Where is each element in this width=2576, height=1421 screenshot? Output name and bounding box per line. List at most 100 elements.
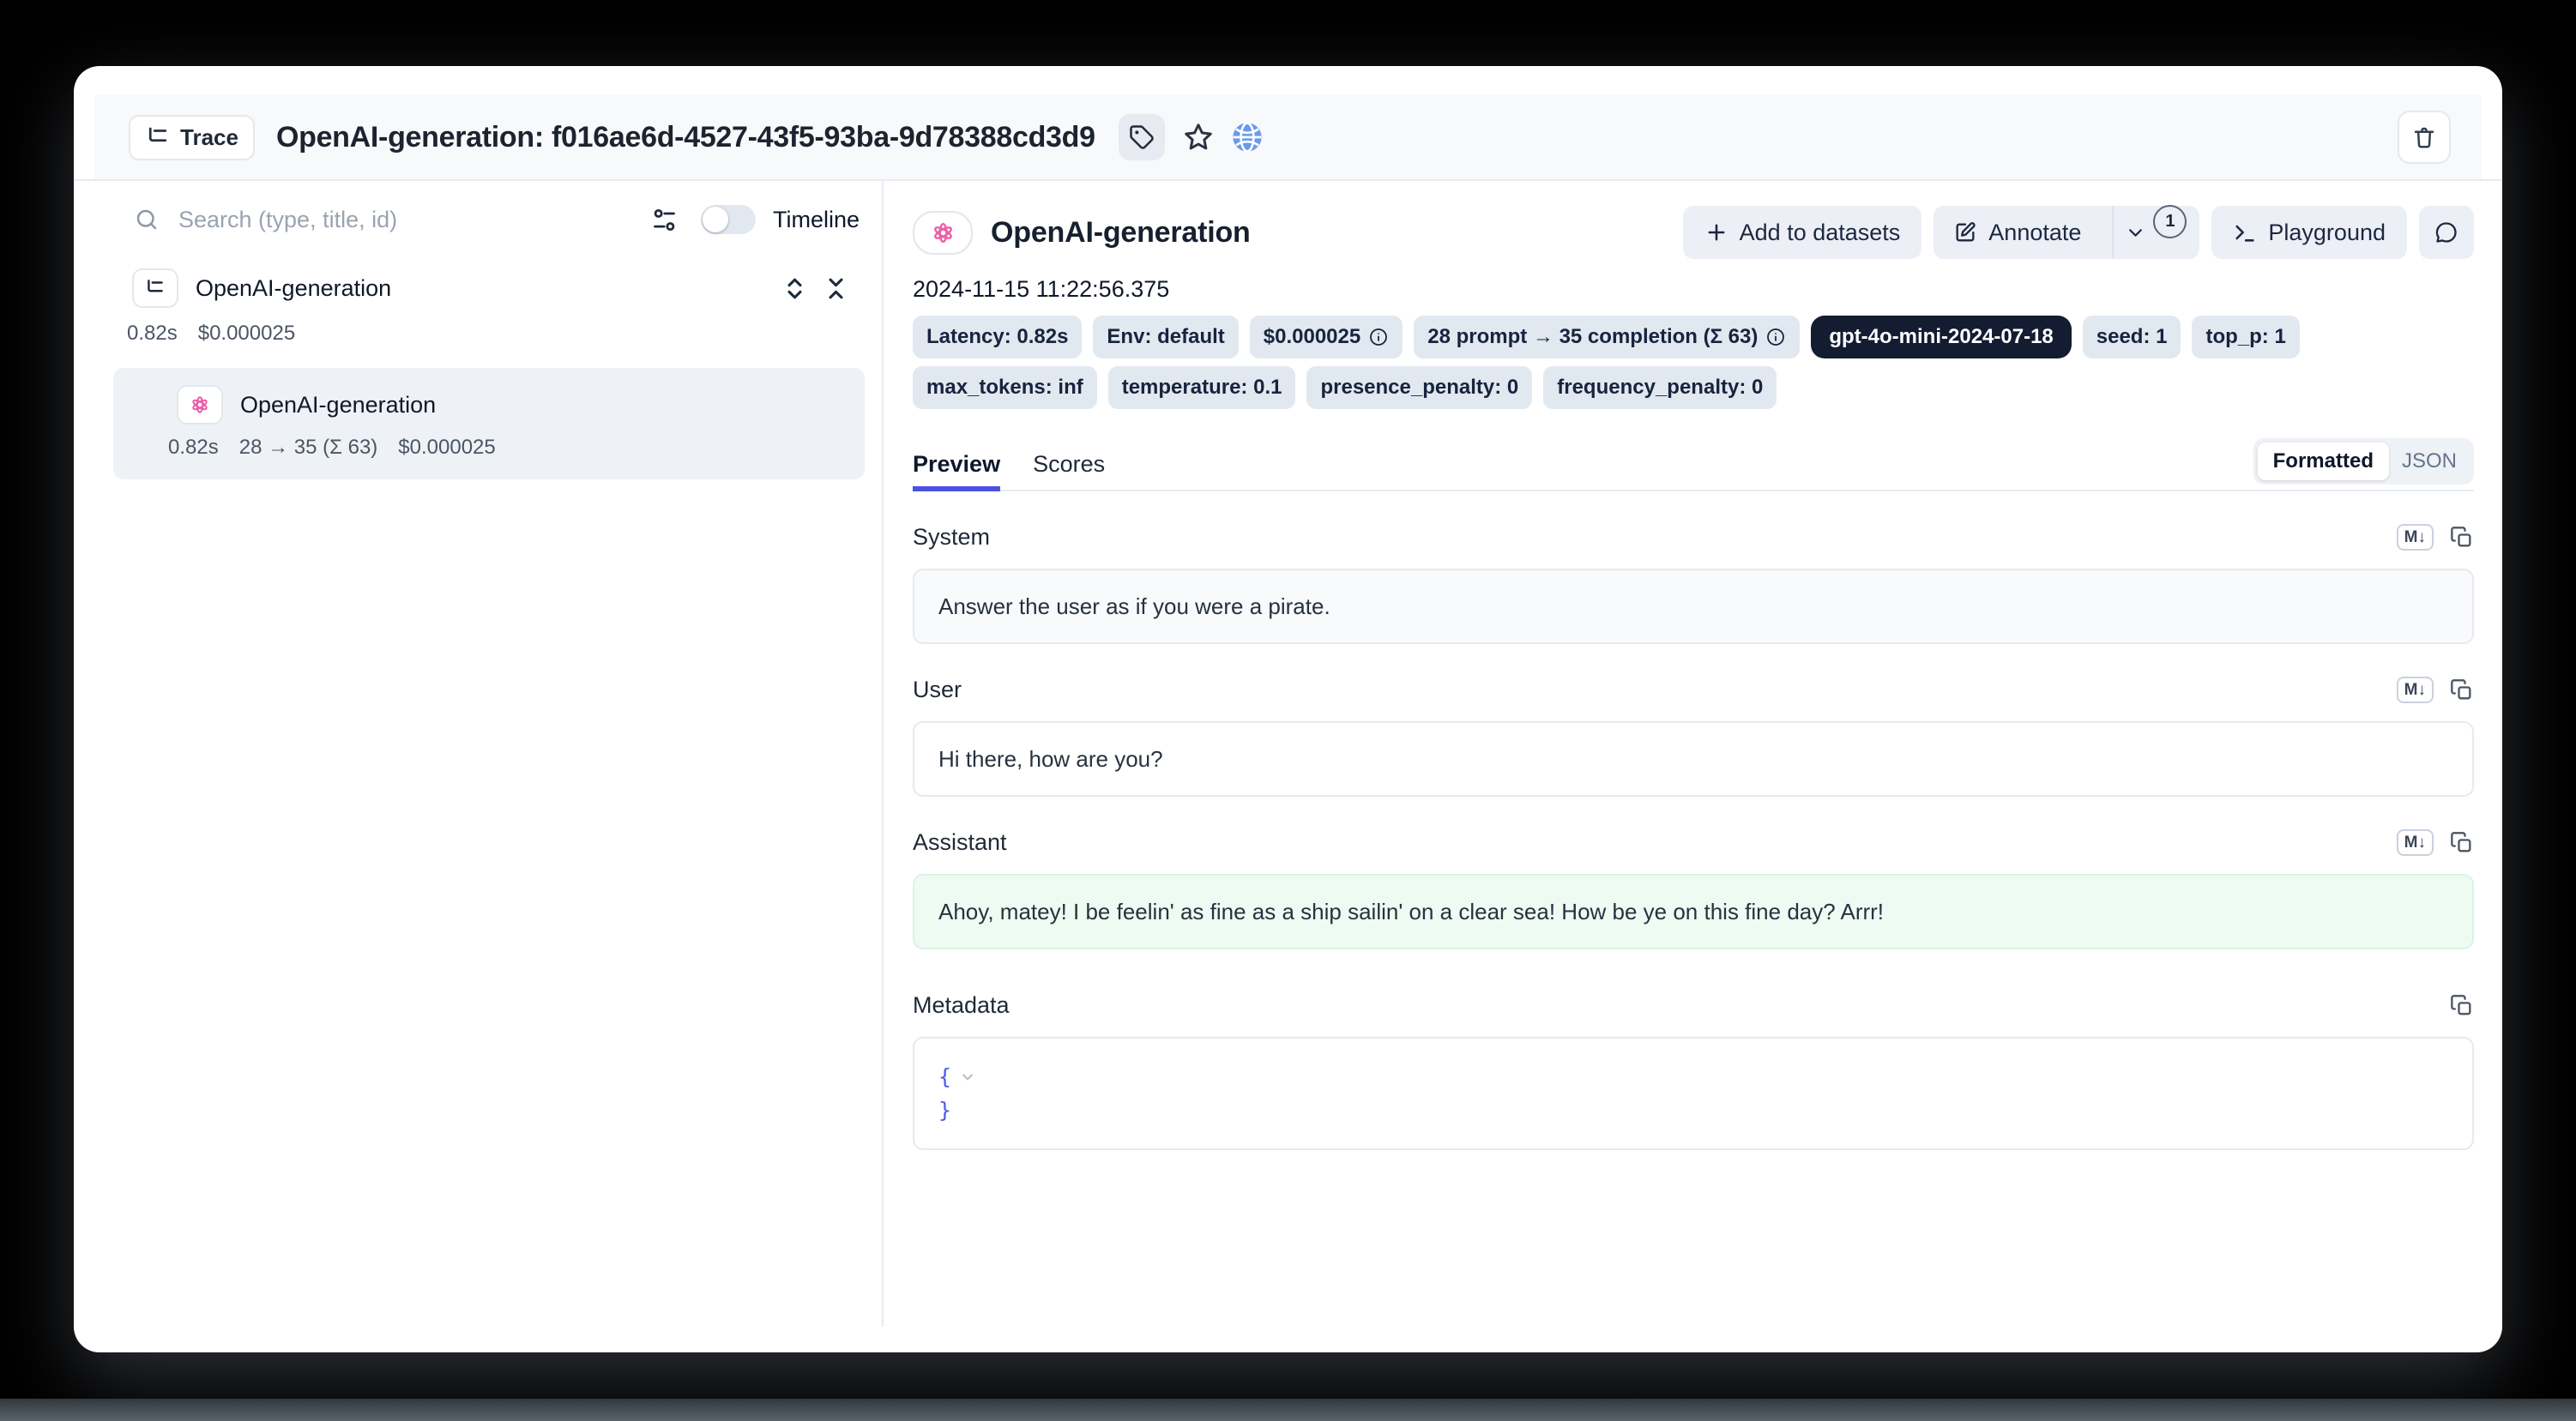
- tab-scores[interactable]: Scores: [1033, 451, 1105, 491]
- copy-button[interactable]: [2450, 526, 2474, 550]
- bottom-dock-strip: [0, 1399, 2576, 1421]
- observation-title: OpenAI-generation: [991, 216, 1251, 250]
- plus-icon: [1704, 220, 1728, 244]
- system-message-box: Answer the user as if you were a pirate.: [913, 569, 2474, 644]
- tag-icon: [1129, 124, 1155, 150]
- sidebar-divider: [882, 181, 884, 1327]
- sliders-icon: [650, 206, 679, 234]
- pencil-square-icon: [1953, 220, 1977, 244]
- system-section-header: System M↓: [913, 524, 2474, 551]
- annotate-button[interactable]: Annotate: [1934, 206, 2101, 259]
- collapse-chevron-icon[interactable]: [959, 1064, 976, 1089]
- badge-row-2: max_tokens: inf temperature: 0.1 presenc…: [913, 366, 2474, 409]
- tabs-row: Preview Scores Formatted JSON: [913, 438, 2474, 491]
- trace-node-icon: [132, 268, 178, 308]
- badge-row-1: Latency: 0.82s Env: default $0.000025 28…: [913, 316, 2474, 358]
- user-message-text: Hi there, how are you?: [938, 746, 1163, 773]
- badge-top-p: top_p: 1: [2192, 316, 2299, 358]
- trace-duration: 0.82s: [127, 322, 178, 346]
- user-message-box: Hi there, how are you?: [913, 721, 2474, 797]
- copy-button[interactable]: [2450, 994, 2474, 1018]
- badge-model[interactable]: gpt-4o-mini-2024-07-18: [1811, 316, 2071, 358]
- generation-metrics: 0.82s 28 → 35 (Σ 63) $0.000025: [134, 436, 844, 460]
- collapse-all-button[interactable]: [823, 275, 849, 302]
- view-json-option[interactable]: JSON: [2389, 443, 2470, 480]
- json-close-brace: }: [938, 1098, 951, 1123]
- markdown-toggle-button[interactable]: M↓: [2397, 829, 2434, 856]
- openai-badge: [913, 211, 973, 255]
- view-settings-button[interactable]: [650, 206, 679, 234]
- view-formatted-option[interactable]: Formatted: [2258, 443, 2389, 480]
- info-icon: [1368, 327, 1389, 347]
- generation-tokens: 28 → 35 (Σ 63): [239, 436, 378, 460]
- trace-type-badge: Trace: [129, 115, 255, 160]
- section-label: System: [913, 524, 990, 551]
- badge-frequency-penalty: frequency_penalty: 0: [1543, 366, 1777, 409]
- badge-max-tokens: max_tokens: inf: [913, 366, 1097, 409]
- tabs-divider: [913, 490, 2474, 491]
- badge-temperature: temperature: 0.1: [1108, 366, 1296, 409]
- trace-header: Trace OpenAI-generation: f016ae6d-4527-4…: [94, 95, 2482, 179]
- search-icon: [134, 207, 160, 232]
- copy-icon: [2450, 831, 2474, 855]
- markdown-toggle-button[interactable]: M↓: [2397, 677, 2434, 703]
- section-label: Metadata: [913, 992, 1010, 1019]
- assistant-message-box: Ahoy, matey! I be feelin' as fine as a s…: [913, 874, 2474, 949]
- badge-cost[interactable]: $0.000025: [1250, 316, 1403, 358]
- add-to-datasets-button[interactable]: Add to datasets: [1683, 206, 1922, 259]
- copy-icon: [2450, 678, 2474, 702]
- timeline-toggle[interactable]: [701, 205, 756, 234]
- playground-button[interactable]: Playground: [2211, 206, 2407, 259]
- json-open-brace[interactable]: {: [938, 1064, 951, 1089]
- copy-icon: [2450, 994, 2474, 1018]
- delete-trace-button[interactable]: [2398, 111, 2451, 164]
- badge-presence-penalty: presence_penalty: 0: [1306, 366, 1532, 409]
- json-line: }: [938, 1093, 2448, 1127]
- markdown-toggle-button[interactable]: M↓: [2397, 524, 2434, 551]
- copy-button[interactable]: [2450, 678, 2474, 702]
- system-message-text: Answer the user as if you were a pirate.: [938, 593, 1330, 620]
- timeline-label: Timeline: [773, 207, 860, 233]
- chevron-down-icon: [2125, 222, 2146, 244]
- openai-icon: [930, 220, 956, 246]
- badge-latency: Latency: 0.82s: [913, 316, 1082, 358]
- badge-env: Env: default: [1093, 316, 1238, 358]
- list-tree-icon: [145, 124, 171, 150]
- annotate-button-group: Annotate 1: [1934, 206, 2199, 259]
- sidebar-item-trace-root[interactable]: OpenAI-generation: [132, 268, 849, 308]
- comments-button[interactable]: [2419, 206, 2474, 259]
- tab-preview[interactable]: Preview: [913, 451, 1000, 491]
- annotate-dropdown-button[interactable]: 1: [2112, 206, 2199, 259]
- public-link-button[interactable]: [1230, 120, 1264, 154]
- trace-cost: $0.000025: [198, 322, 295, 346]
- openai-node-badge: [177, 385, 223, 424]
- trace-badge-label: Trace: [180, 124, 238, 151]
- info-icon: [1765, 327, 1786, 347]
- globe-icon: [1230, 120, 1264, 154]
- expand-all-button[interactable]: [781, 275, 808, 302]
- badge-seed: seed: 1: [2083, 316, 2181, 358]
- section-label: Assistant: [913, 829, 1007, 856]
- generation-cost: $0.000025: [398, 436, 495, 460]
- assistant-message-text: Ahoy, matey! I be feelin' as fine as a s…: [938, 899, 1884, 925]
- tags-button[interactable]: [1119, 114, 1165, 160]
- observation-panel: OpenAI-generation Add to datasets Annota…: [913, 181, 2474, 1150]
- page-background: Trace OpenAI-generation: f016ae6d-4527-4…: [0, 0, 2576, 1421]
- action-buttons: Add to datasets Annotate 1: [1683, 206, 2474, 259]
- chat-bubble-icon: [2434, 220, 2458, 244]
- section-label: User: [913, 677, 962, 703]
- star-icon: [1183, 122, 1214, 153]
- terminal-icon: [2233, 220, 2257, 244]
- copy-button[interactable]: [2450, 831, 2474, 855]
- search-input[interactable]: [177, 206, 650, 234]
- openai-icon: [189, 394, 211, 416]
- search-row: Timeline: [94, 181, 882, 234]
- trace-title: OpenAI-generation: f016ae6d-4527-43f5-93…: [276, 121, 1095, 154]
- sidebar-item-generation[interactable]: OpenAI-generation 0.82s 28 → 35 (Σ 63) $…: [113, 368, 865, 479]
- user-section-header: User M↓: [913, 677, 2474, 703]
- observation-title-row: OpenAI-generation Add to datasets Annota…: [913, 205, 2474, 260]
- metadata-section-header: Metadata: [913, 992, 2474, 1019]
- bookmark-trace-button[interactable]: [1183, 122, 1214, 153]
- badge-tokens[interactable]: 28 prompt → 35 completion (Σ 63): [1414, 316, 1800, 358]
- assistant-section-header: Assistant M↓: [913, 829, 2474, 856]
